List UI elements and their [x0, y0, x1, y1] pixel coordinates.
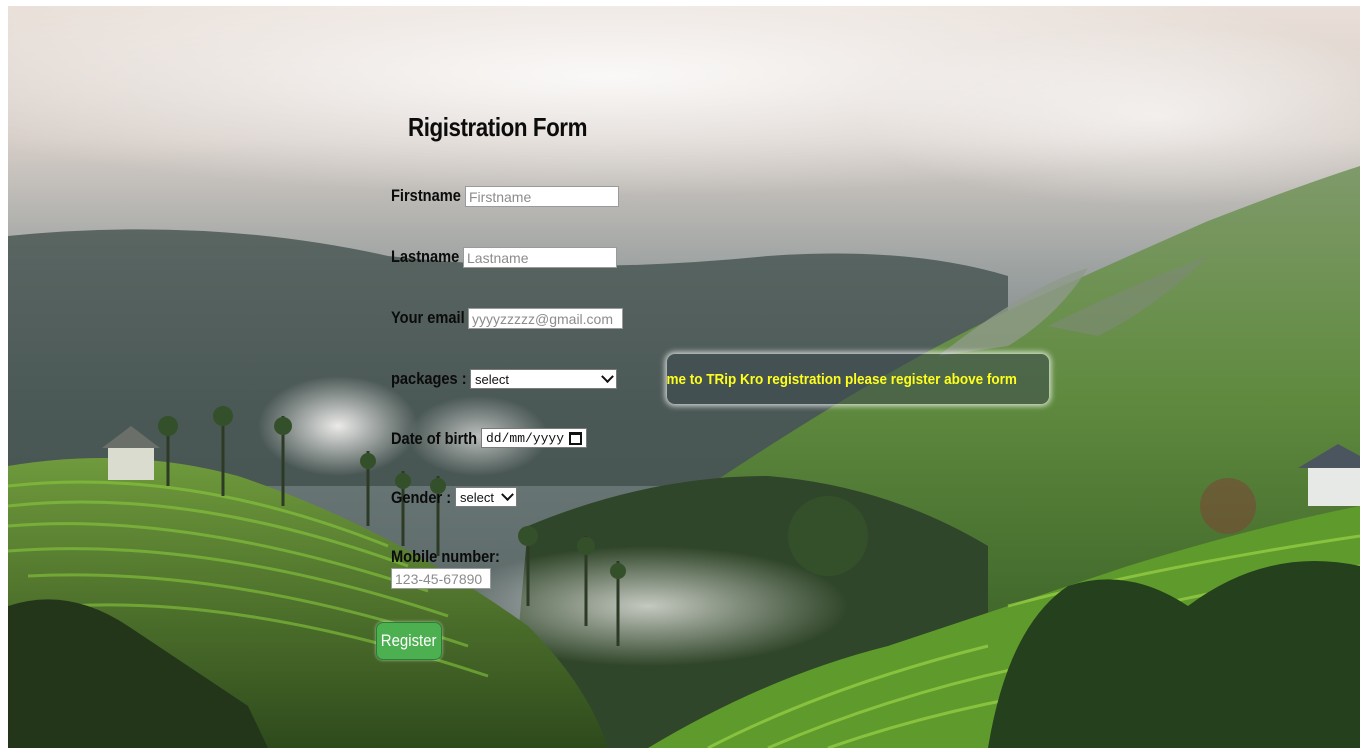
- gender-select[interactable]: select: [455, 487, 517, 507]
- calendar-icon[interactable]: [569, 431, 582, 445]
- lastname-input[interactable]: [463, 247, 617, 268]
- chevron-down-icon: [601, 369, 614, 383]
- register-button[interactable]: Register: [376, 622, 442, 660]
- dob-placeholder: dd/mm/yyyy: [486, 430, 565, 446]
- firstname-label: Firstname: [391, 186, 461, 205]
- welcome-marquee: Welcome to TRip Kro registration please …: [667, 354, 1049, 404]
- packages-label: packages :: [391, 369, 467, 388]
- register-button-label: Register: [381, 631, 437, 650]
- lastname-label: Lastname: [391, 247, 460, 266]
- packages-selected-value: select: [475, 371, 509, 387]
- page-title: Rigistration Form: [408, 112, 588, 142]
- firstname-input[interactable]: [465, 186, 619, 207]
- gender-selected-value: select: [460, 489, 494, 505]
- gender-label: Gender :: [391, 488, 452, 507]
- email-input[interactable]: [468, 308, 623, 329]
- mobile-label: Mobile number:: [391, 547, 500, 566]
- packages-select[interactable]: select: [470, 369, 617, 389]
- welcome-marquee-text: Welcome to TRip Kro registration please …: [667, 370, 1017, 388]
- chevron-down-icon: [501, 487, 514, 501]
- mobile-input[interactable]: [391, 568, 491, 589]
- email-label: Your email: [391, 308, 465, 327]
- dob-label: Date of birth: [391, 429, 478, 448]
- dob-input[interactable]: dd/mm/yyyy: [481, 428, 587, 448]
